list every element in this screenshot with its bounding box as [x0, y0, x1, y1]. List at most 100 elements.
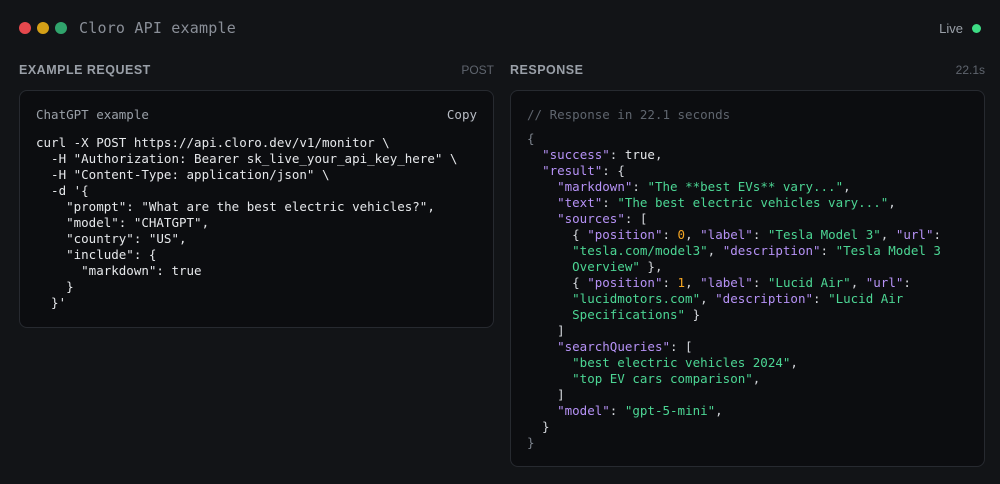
json-token: ,	[715, 403, 723, 418]
json-token: },	[639, 259, 663, 274]
response-json-line: "tesla.com/model3", "description": "Tesl…	[527, 243, 941, 259]
response-json-line: Specifications" }	[527, 307, 941, 323]
json-token: : {	[602, 163, 625, 178]
json-token: "Lucid Air"	[767, 275, 851, 290]
json-token: :	[752, 227, 768, 242]
json-token: ,	[752, 371, 761, 386]
response-json-line: "success": true,	[527, 147, 941, 163]
response-json-line: { "position": 1, "label": "Lucid Air", "…	[527, 275, 941, 291]
json-token: :	[752, 275, 768, 290]
request-code-line: curl -X POST https://api.cloro.dev/v1/mo…	[36, 135, 390, 150]
request-section-title: EXAMPLE REQUEST	[19, 63, 151, 77]
json-token: "success"	[542, 147, 610, 162]
json-token: "sources"	[557, 211, 625, 226]
json-token: "position"	[587, 275, 663, 290]
json-token: "description"	[715, 291, 813, 306]
live-label: Live	[939, 21, 963, 36]
json-token: "tesla.com/model3"	[572, 243, 708, 258]
request-code-line: "country": "US",	[36, 231, 187, 246]
json-token: "The **best EVs** vary..."	[647, 179, 844, 194]
response-json-line: "markdown": "The **best EVs** vary...",	[527, 179, 941, 195]
response-panel: // Response in 22.1 seconds { "success":…	[510, 90, 985, 467]
response-comment: // Response in 22.1 seconds	[527, 107, 731, 122]
json-token: ]	[527, 387, 565, 402]
request-section-header: EXAMPLE REQUEST POST	[19, 62, 494, 78]
json-token: "text"	[557, 195, 603, 210]
json-token: "url"	[865, 275, 904, 290]
json-token: :	[813, 291, 829, 306]
json-token: ,	[654, 147, 663, 162]
json-token: "Tesla Model 3"	[767, 227, 881, 242]
app-title: Cloro API example	[79, 19, 236, 37]
json-token: ,	[880, 227, 896, 242]
json-token: ,	[707, 243, 723, 258]
json-token: ,	[685, 227, 701, 242]
minimize-dot-icon[interactable]	[37, 22, 49, 34]
response-json-line: }	[527, 435, 941, 451]
json-token: "gpt-5-mini"	[624, 403, 716, 418]
json-token: ,	[850, 275, 866, 290]
request-method: POST	[461, 63, 494, 77]
json-token: true	[624, 147, 655, 162]
response-json-line: { "position": 0, "label": "Tesla Model 3…	[527, 227, 941, 243]
json-token: "result"	[542, 163, 603, 178]
json-token: "markdown"	[557, 179, 633, 194]
request-code-line: }	[36, 279, 74, 294]
request-code-line: "model": "CHATGPT",	[36, 215, 210, 230]
response-json-line: "model": "gpt-5-mini",	[527, 403, 941, 419]
response-section-title: RESPONSE	[510, 63, 584, 77]
json-token: "lucidmotors.com"	[572, 291, 701, 306]
request-panel-header: ChatGPT example Copy	[36, 107, 477, 122]
copy-button[interactable]: Copy	[447, 107, 477, 122]
response-json-line: }	[527, 419, 941, 435]
response-json-line: "top EV cars comparison",	[527, 371, 941, 387]
request-code-line: -d '{	[36, 183, 89, 198]
live-status: Live	[939, 21, 981, 36]
response-duration: 22.1s	[955, 63, 985, 77]
json-token: "searchQueries"	[557, 339, 670, 354]
response-json-line: "best electric vehicles 2024",	[527, 355, 941, 371]
response-json-line: ]	[527, 387, 941, 403]
close-dot-icon[interactable]	[19, 22, 31, 34]
request-code-line: "prompt": "What are the best electric ve…	[36, 199, 435, 214]
json-token: ,	[790, 355, 798, 370]
json-token: "Lucid Air	[828, 291, 904, 306]
json-token: }	[685, 307, 701, 322]
request-code-block: curl -X POST https://api.cloro.dev/v1/mo…	[36, 135, 457, 311]
request-panel: ChatGPT example Copy curl -X POST https:…	[19, 90, 494, 328]
json-token: ]	[527, 323, 565, 338]
json-token: {	[527, 131, 535, 146]
request-code-line: "markdown": true	[36, 263, 202, 278]
json-token: "label"	[700, 275, 753, 290]
json-token: Overview"	[572, 259, 640, 274]
json-token: :	[609, 403, 625, 418]
request-code-line: "include": {	[36, 247, 157, 262]
json-token: "top EV cars comparison"	[572, 371, 753, 386]
json-token: :	[602, 195, 618, 210]
response-json-line: "text": "The best electric vehicles vary…	[527, 195, 941, 211]
json-token: ,	[685, 275, 701, 290]
json-token: ,	[700, 291, 716, 306]
json-token: :	[820, 243, 836, 258]
response-json-line: "result": {	[527, 163, 941, 179]
title-bar: Cloro API example	[0, 0, 1000, 56]
maximize-dot-icon[interactable]	[55, 22, 67, 34]
json-token: "label"	[700, 227, 753, 242]
response-json-block: { "success": true, "result": { "markdown…	[527, 131, 941, 451]
json-token: "Tesla Model 3	[835, 243, 941, 258]
response-json-line: "searchQueries": [	[527, 339, 941, 355]
json-token: }	[527, 435, 535, 450]
request-code-line: -H "Authorization: Bearer sk_live_your_a…	[36, 151, 458, 166]
response-json-line: "sources": [	[527, 211, 941, 227]
json-token: :	[662, 227, 678, 242]
json-token: "best electric vehicles 2024"	[572, 355, 791, 370]
json-token: 0	[677, 227, 686, 242]
json-token: "position"	[587, 227, 663, 242]
